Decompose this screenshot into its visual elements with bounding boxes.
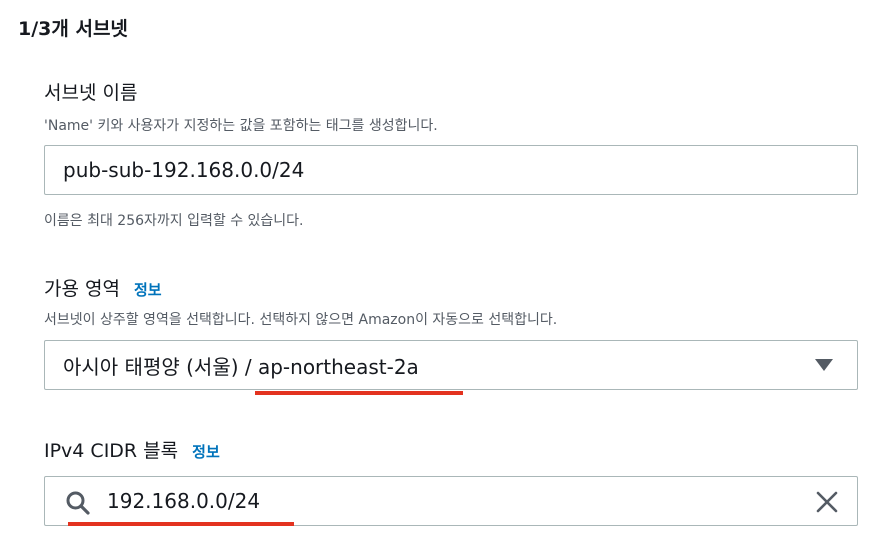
ipv4-cidr-input[interactable]: 192.168.0.0/24 [44,476,858,526]
close-icon[interactable] [815,490,839,514]
availability-zone-label: 가용 영역 정보 [44,274,162,301]
section-title: 1/3개 서브넷 [18,18,128,40]
availability-zone-select[interactable]: 아시아 태평양 (서울) / ap-northeast-2a [44,340,858,390]
availability-zone-description: 서브넷이 상주할 영역을 선택합니다. 선택하지 않으면 Amazon이 자동으… [44,312,558,328]
availability-zone-selected-value[interactable]: 아시아 태평양 (서울) / ap-northeast-2a [45,351,419,380]
search-icon [66,491,90,515]
subnet-name-constraint: 이름은 최대 256자까지 입력할 수 있습니다. [44,213,304,229]
subnet-name-input[interactable]: pub-sub-192.168.0.0/24 [44,145,858,195]
availability-zone-label-text: 가용 영역 [44,278,120,300]
ipv4-cidr-label: IPv4 CIDR 블록 정보 [44,436,220,463]
availability-zone-info-link[interactable]: 정보 [134,281,162,299]
subnet-name-label: 서브넷 이름 [44,82,138,104]
ipv4-cidr-label-text: IPv4 CIDR 블록 [44,440,179,462]
annotation-underline-zone [255,391,463,395]
subnet-name-value[interactable]: pub-sub-192.168.0.0/24 [45,158,304,182]
caret-down-icon[interactable] [815,359,833,371]
subnet-name-description: 'Name' 키와 사용자가 지정하는 값을 포함하는 태그를 생성합니다. [44,118,438,134]
annotation-underline-cidr [68,522,294,526]
ipv4-cidr-info-link[interactable]: 정보 [192,443,220,461]
